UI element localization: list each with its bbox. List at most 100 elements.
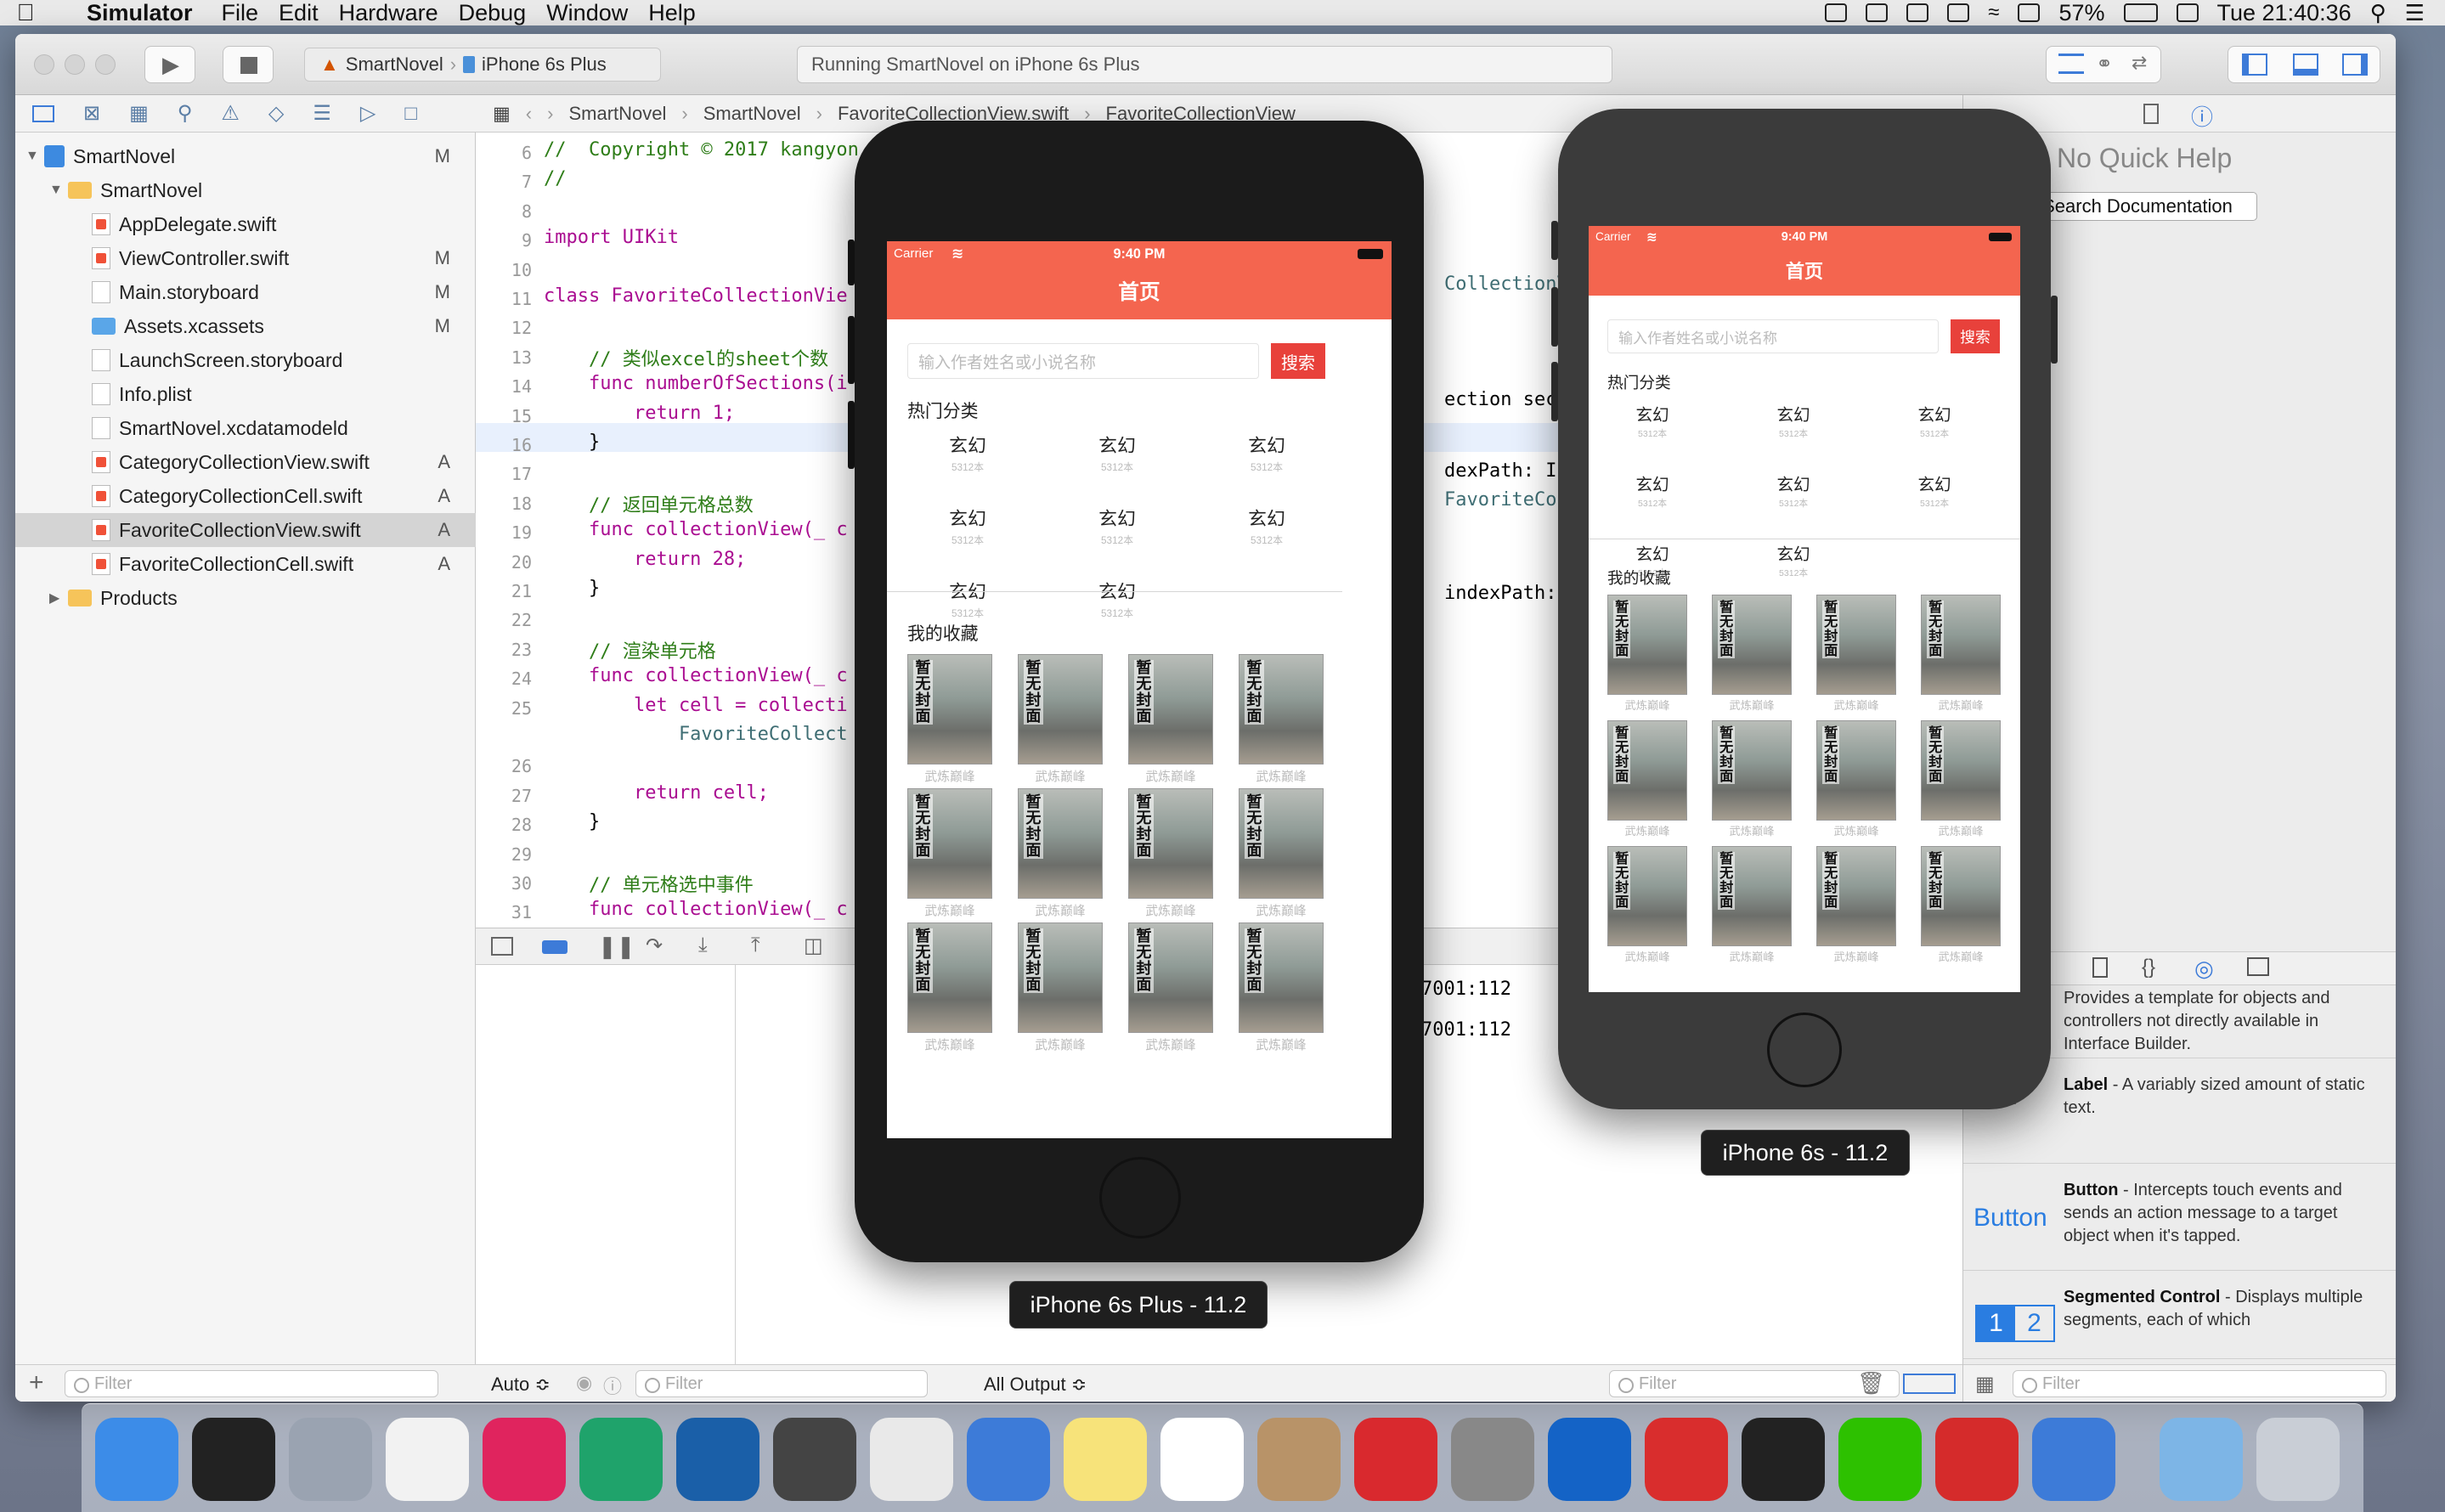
add-file-icon[interactable]: + (29, 1368, 44, 1397)
sublime-icon[interactable] (773, 1418, 856, 1501)
home-button[interactable] (1767, 1013, 1842, 1087)
finder-icon[interactable] (95, 1418, 178, 1501)
volume-up-button[interactable] (848, 316, 855, 384)
xcode-icon[interactable] (967, 1418, 1050, 1501)
notes-icon[interactable] (1064, 1418, 1147, 1501)
trash-icon[interactable] (2256, 1418, 2340, 1501)
book-cover[interactable]: 暂无封面 武炼巅峰 (1128, 654, 1213, 784)
step-out-icon[interactable]: ⤒ (751, 934, 760, 957)
symbol-navigator-icon[interactable]: ▦ (129, 101, 149, 126)
navigator-item[interactable]: LaunchScreen.storyboard (15, 343, 476, 377)
stop-button[interactable] (223, 46, 274, 83)
category-cell[interactable]: 玄幻 5312本 (1755, 540, 1832, 579)
navigator-toggle-icon[interactable] (2242, 54, 2267, 76)
library-filter-input[interactable]: Filter (2013, 1370, 2386, 1397)
grid-view-icon[interactable]: ▦ (1975, 1372, 1995, 1396)
utilities-toggle-icon[interactable] (2342, 54, 2368, 76)
mute-switch[interactable] (848, 240, 855, 285)
menu-help[interactable]: Help (648, 0, 696, 26)
sysprefs-icon[interactable] (1451, 1418, 1534, 1501)
qq-status-icon[interactable] (1825, 3, 1848, 22)
navigator-item[interactable]: FavoriteCollectionView.swift A (15, 513, 476, 547)
menu-app-name[interactable]: Simulator (87, 0, 193, 26)
category-cell[interactable]: 玄幻 5312本 (1896, 471, 1973, 510)
breakpoints-toggle-icon[interactable] (542, 940, 567, 954)
scheme-selector[interactable]: ▲ SmartNovel › iPhone 6s Plus (304, 48, 661, 82)
split-view-icon[interactable] (1903, 1374, 1956, 1394)
category-cell[interactable]: 玄幻 5312本 (1228, 505, 1305, 547)
minimize-window-button[interactable] (65, 54, 85, 75)
breadcrumb-group[interactable]: SmartNovel (703, 103, 801, 125)
book-cover[interactable]: 暂无封面 武炼巅峰 (1607, 846, 1687, 963)
version-editor-icon[interactable]: ⇄ (2132, 52, 2147, 74)
book-cover[interactable]: 暂无封面 武炼巅峰 (1712, 720, 1792, 838)
forward-arrow-icon[interactable]: › (547, 103, 553, 125)
book-cover[interactable]: 暂无封面 武炼巅峰 (1816, 720, 1896, 838)
disclosure-triangle-icon[interactable]: ▶ (49, 590, 68, 606)
book-cover[interactable]: 暂无封面 武炼巅峰 (1607, 720, 1687, 838)
view-debugger-icon[interactable]: ◫ (804, 934, 823, 958)
book-cover[interactable]: 暂无封面 武炼巅峰 (1128, 788, 1213, 918)
navigator-item[interactable]: Info.plist (15, 377, 476, 411)
search-button[interactable]: 搜索 (1271, 343, 1325, 379)
book-cover[interactable]: 暂无封面 武炼巅峰 (1018, 654, 1103, 784)
book-cover[interactable]: 暂无封面 武炼巅峰 (1921, 846, 2001, 963)
navigator-item[interactable]: Assets.xcassets M (15, 309, 476, 343)
find-navigator-icon[interactable]: ⚲ (178, 101, 193, 126)
book-cover[interactable]: 暂无封面 武炼巅峰 (1816, 595, 1896, 712)
category-cell[interactable]: 玄幻 5312本 (929, 578, 1006, 620)
navigator-item[interactable]: CategoryCollectionView.swift A (15, 445, 476, 479)
debug-navigator-icon[interactable]: ☰ (313, 101, 331, 126)
issue-navigator-icon[interactable]: ⚠ (221, 101, 240, 126)
battery-icon[interactable] (2123, 3, 2158, 22)
debug-toggle-icon[interactable] (2293, 54, 2318, 76)
chrome-icon[interactable] (386, 1418, 469, 1501)
book-cover[interactable]: 暂无封面 武炼巅峰 (1239, 788, 1324, 918)
code-snippet-icon[interactable]: {} (2142, 956, 2155, 979)
book-cover[interactable]: 暂无封面 武炼巅峰 (1921, 595, 2001, 712)
category-cell[interactable]: 玄幻 5312本 (1896, 401, 1973, 440)
search-input[interactable]: 输入作者姓名或小说名称 (1607, 319, 1939, 353)
wifi-icon[interactable]: ≈ (1988, 1, 1999, 25)
word-icon[interactable] (1548, 1418, 1631, 1501)
markdown-icon[interactable] (870, 1418, 953, 1501)
category-cell[interactable]: 玄幻 5312本 (1079, 505, 1155, 547)
library-item-button[interactable]: Button Button - Intercepts touch events … (1963, 1164, 2396, 1271)
book-cover[interactable]: 暂无封面 武炼巅峰 (1018, 788, 1103, 918)
run-button[interactable]: ▶ (144, 46, 195, 83)
assistant-editor-icon[interactable]: ⚭ (2096, 52, 2113, 76)
battery-percent[interactable]: 57% (2058, 0, 2104, 26)
console-filter-input[interactable]: Filter (1609, 1370, 1900, 1397)
volume-down-button[interactable] (1551, 362, 1558, 421)
mute-switch[interactable] (1551, 221, 1558, 260)
category-cell[interactable]: 玄幻 5312本 (929, 432, 1006, 474)
home-button[interactable] (1099, 1157, 1181, 1238)
app-screen[interactable]: Carrier ≋ 9:40 PM 首页 输入作者姓名或小说名称 搜索 热门分类 玄幻 5312… (1589, 226, 2020, 992)
category-cell[interactable]: 玄幻 5312本 (1079, 578, 1155, 620)
pause-icon[interactable]: ❚❚ (598, 934, 635, 960)
gitee-icon[interactable] (1354, 1418, 1437, 1501)
navigator-item[interactable]: ▼ SmartNovel M (15, 139, 476, 173)
app-screen[interactable]: Carrier ≋ 9:40 PM 首页 输入作者姓名或小说名称 搜索 热门分类 玄幻 5312… (887, 241, 1392, 1138)
auto-variables-selector[interactable]: Auto ≎ (491, 1374, 551, 1396)
category-cell[interactable]: 玄幻 5312本 (929, 505, 1006, 547)
book-cover[interactable]: 暂无封面 武炼巅峰 (1712, 595, 1792, 712)
file-template-icon[interactable] (2092, 957, 2108, 978)
book-cover[interactable]: 暂无封面 武炼巅峰 (1712, 846, 1792, 963)
book-cover[interactable]: 暂无封面 武炼巅峰 (907, 922, 992, 1052)
category-cell[interactable]: 玄幻 5312本 (1755, 471, 1832, 510)
navigator-item[interactable]: AppDelegate.swift (15, 207, 476, 241)
disclosure-triangle-icon[interactable]: ▼ (25, 149, 44, 164)
search-button[interactable]: 搜索 (1951, 319, 2000, 353)
info-icon[interactable]: ⓘ (603, 1372, 622, 1399)
sourcetree-icon[interactable] (676, 1418, 759, 1501)
archive-icon[interactable] (1257, 1418, 1341, 1501)
navigator-item[interactable]: Main.storyboard M (15, 275, 476, 309)
navigator-item[interactable]: ▼ SmartNovel (15, 173, 476, 207)
volume-up-button[interactable] (1551, 287, 1558, 347)
book-cover[interactable]: 暂无封面 武炼巅峰 (907, 788, 992, 918)
report-navigator-icon[interactable]: □ (404, 102, 417, 126)
terminal-icon[interactable] (192, 1418, 275, 1501)
wechat-status-icon[interactable] (1906, 3, 1929, 22)
breakpoint-navigator-icon[interactable]: ▷ (360, 101, 376, 126)
